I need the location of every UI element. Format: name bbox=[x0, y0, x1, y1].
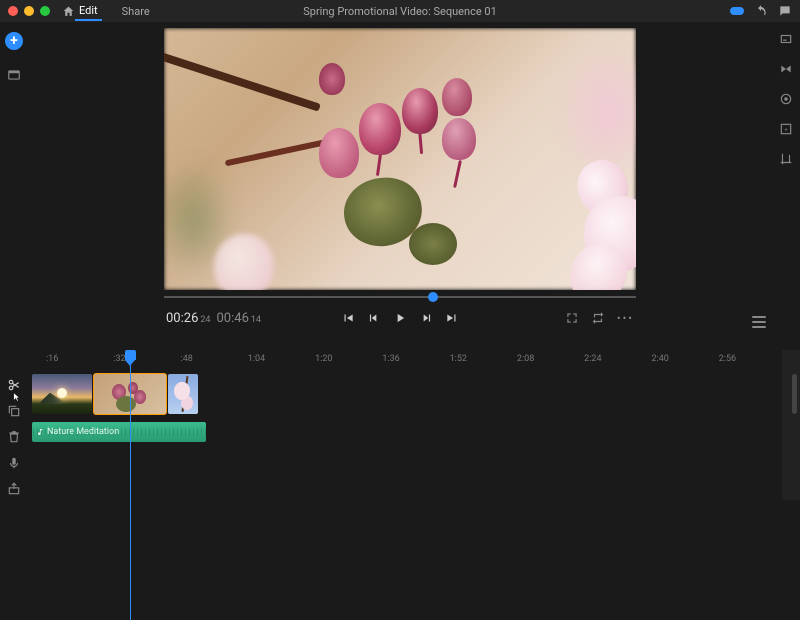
comment-icon[interactable] bbox=[778, 4, 792, 18]
edit-tab[interactable]: Edit bbox=[75, 2, 102, 21]
undo-icon[interactable] bbox=[754, 4, 768, 18]
crop-transform-icon[interactable] bbox=[779, 152, 793, 166]
audio-clip[interactable]: Nature Meditation bbox=[32, 422, 206, 442]
more-icon[interactable]: ••• bbox=[617, 312, 634, 325]
ruler-tick: :16 bbox=[46, 354, 58, 364]
timeline-tools bbox=[0, 350, 28, 500]
skip-end-icon[interactable] bbox=[445, 311, 459, 325]
scrubber-handle[interactable] bbox=[428, 292, 438, 302]
transport-bar: 00:26 24 00:46 14 ••• bbox=[164, 302, 636, 334]
document-title: Spring Promotional Video: Sequence 01 bbox=[303, 5, 497, 18]
ruler-tick: 2:08 bbox=[517, 354, 534, 364]
skip-start-icon[interactable] bbox=[341, 311, 355, 325]
project-assets-icon[interactable] bbox=[7, 68, 21, 82]
ruler-tick: 1:04 bbox=[248, 354, 265, 364]
minimize-window-button[interactable] bbox=[24, 6, 34, 16]
video-preview[interactable] bbox=[164, 28, 636, 290]
delete-tool[interactable] bbox=[7, 430, 21, 444]
total-frames: 14 bbox=[251, 315, 261, 325]
preview-area: 00:26 24 00:46 14 ••• bbox=[28, 22, 772, 350]
titles-icon[interactable] bbox=[779, 32, 793, 46]
maximize-window-button[interactable] bbox=[40, 6, 50, 16]
close-window-button[interactable] bbox=[8, 6, 18, 16]
music-note-icon bbox=[36, 428, 44, 436]
timeline[interactable]: :16 :32 :48 1:04 1:20 1:36 1:52 2:08 2:24 2:40 2:5… bbox=[28, 350, 782, 500]
share-tab[interactable]: Share bbox=[118, 3, 154, 20]
panel-menu-icon[interactable] bbox=[752, 316, 766, 328]
scissors-tool[interactable] bbox=[7, 378, 21, 392]
right-toolbar: + bbox=[772, 22, 800, 350]
ruler-tick: :48 bbox=[181, 354, 193, 364]
loop-icon[interactable] bbox=[591, 311, 605, 325]
fullscreen-icon[interactable] bbox=[565, 311, 579, 325]
step-forward-icon[interactable] bbox=[419, 311, 433, 325]
timeline-scrollbar[interactable] bbox=[792, 374, 797, 414]
home-icon[interactable] bbox=[62, 5, 75, 18]
total-time: 00:46 bbox=[217, 311, 249, 326]
transitions-icon[interactable] bbox=[779, 62, 793, 76]
voiceover-tool[interactable] bbox=[7, 456, 21, 470]
playhead[interactable] bbox=[130, 352, 131, 620]
video-clip[interactable] bbox=[32, 374, 92, 414]
ruler-tick: 2:40 bbox=[651, 354, 668, 364]
video-clip[interactable] bbox=[168, 374, 198, 414]
video-track[interactable] bbox=[28, 374, 782, 416]
step-back-icon[interactable] bbox=[367, 311, 381, 325]
ruler-tick: 2:24 bbox=[584, 354, 601, 364]
ruler-tick: 2:56 bbox=[719, 354, 736, 364]
audio-track[interactable]: Nature Meditation bbox=[28, 422, 782, 444]
export-tool[interactable] bbox=[7, 482, 21, 496]
add-media-button[interactable]: + bbox=[5, 32, 23, 50]
sync-status-icon[interactable] bbox=[730, 7, 744, 15]
svg-text:+: + bbox=[784, 127, 788, 133]
ruler-tick: :32 bbox=[113, 354, 125, 364]
audio-clip-label: Nature Meditation bbox=[47, 427, 119, 437]
duplicate-tool[interactable] bbox=[7, 404, 21, 418]
current-frames: 24 bbox=[200, 315, 210, 325]
ruler-tick: 1:20 bbox=[315, 354, 332, 364]
ruler-tick: 1:36 bbox=[382, 354, 399, 364]
ruler-tick: 1:52 bbox=[450, 354, 467, 364]
preview-scrubber[interactable] bbox=[164, 292, 636, 302]
play-icon[interactable] bbox=[393, 311, 407, 325]
audio-icon[interactable]: + bbox=[779, 122, 793, 136]
menubar: Edit Share Spring Promotional Video: Seq… bbox=[0, 0, 800, 22]
timeline-ruler[interactable]: :16 :32 :48 1:04 1:20 1:36 1:52 2:08 2:24 2:40 2:5… bbox=[28, 350, 782, 372]
current-time: 00:26 bbox=[166, 311, 198, 326]
left-toolbar: + bbox=[0, 22, 28, 350]
timeline-scrollbar-area bbox=[782, 350, 800, 500]
window-controls bbox=[8, 6, 50, 16]
color-icon[interactable] bbox=[779, 92, 793, 106]
